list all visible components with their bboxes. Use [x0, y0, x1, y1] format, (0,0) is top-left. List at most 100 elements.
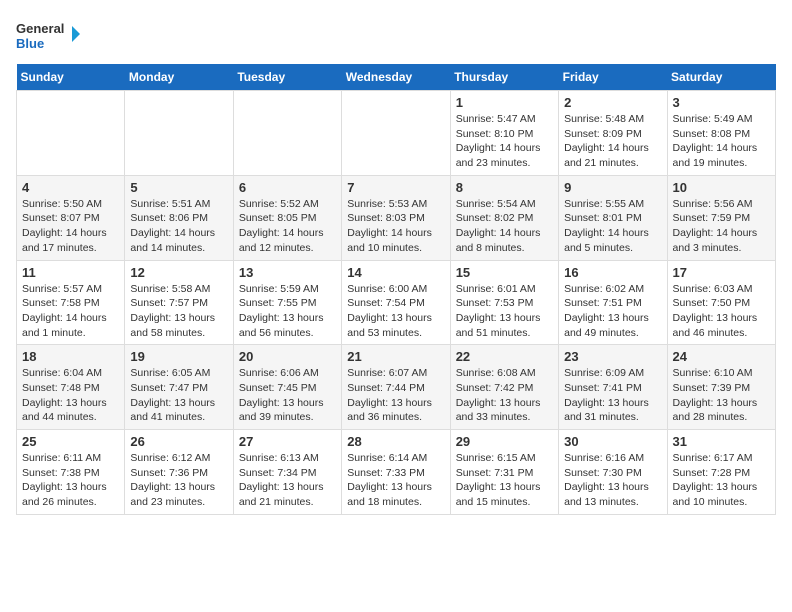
calendar-cell: 25 Sunrise: 6:11 AMSunset: 7:38 PMDayligh… — [17, 430, 125, 515]
calendar-cell: 24 Sunrise: 6:10 AMSunset: 7:39 PMDayligh… — [667, 345, 775, 430]
day-info: Sunrise: 6:11 AMSunset: 7:38 PMDaylight:… — [22, 451, 119, 510]
day-number: 2 — [564, 95, 661, 110]
calendar-cell: 19 Sunrise: 6:05 AMSunset: 7:47 PMDayligh… — [125, 345, 233, 430]
day-info: Sunrise: 6:07 AMSunset: 7:44 PMDaylight:… — [347, 366, 444, 425]
day-info: Sunrise: 5:54 AMSunset: 8:02 PMDaylight:… — [456, 197, 553, 256]
day-number: 16 — [564, 265, 661, 280]
day-number: 14 — [347, 265, 444, 280]
calendar-cell: 15Sunrise: 6:01 AMSunset: 7:53 PMDayligh… — [450, 260, 558, 345]
day-number: 19 — [130, 349, 227, 364]
calendar-cell: 28 Sunrise: 6:14 AMSunset: 7:33 PMDayligh… — [342, 430, 450, 515]
day-info: Sunrise: 5:48 AMSunset: 8:09 PMDaylight:… — [564, 112, 661, 171]
calendar-cell: 30 Sunrise: 6:16 AMSunset: 7:30 PMDayligh… — [559, 430, 667, 515]
calendar-cell — [17, 91, 125, 176]
day-info: Sunrise: 6:16 AMSunset: 7:30 PMDaylight:… — [564, 451, 661, 510]
day-header-monday: Monday — [125, 64, 233, 91]
calendar-cell: 6 Sunrise: 5:52 AMSunset: 8:05 PMDaylight… — [233, 175, 341, 260]
calendar-cell — [233, 91, 341, 176]
day-number: 28 — [347, 434, 444, 449]
day-number: 27 — [239, 434, 336, 449]
day-info: Sunrise: 5:55 AMSunset: 8:01 PMDaylight:… — [564, 197, 661, 256]
day-number: 10 — [673, 180, 770, 195]
day-info: Sunrise: 6:00 AMSunset: 7:54 PMDaylight:… — [347, 282, 444, 341]
day-number: 6 — [239, 180, 336, 195]
day-info: Sunrise: 5:58 AMSunset: 7:57 PMDaylight:… — [130, 282, 227, 341]
day-info: Sunrise: 6:17 AMSunset: 7:28 PMDaylight:… — [673, 451, 770, 510]
day-info: Sunrise: 6:10 AMSunset: 7:39 PMDaylight:… — [673, 366, 770, 425]
calendar-cell: 17 Sunrise: 6:03 AMSunset: 7:50 PMDayligh… — [667, 260, 775, 345]
day-info: Sunrise: 5:59 AMSunset: 7:55 PMDaylight:… — [239, 282, 336, 341]
header-row: SundayMondayTuesdayWednesdayThursdayFrid… — [17, 64, 776, 91]
day-info: Sunrise: 6:13 AMSunset: 7:34 PMDaylight:… — [239, 451, 336, 510]
day-number: 22 — [456, 349, 553, 364]
day-info: Sunrise: 6:12 AMSunset: 7:36 PMDaylight:… — [130, 451, 227, 510]
calendar-cell: 13 Sunrise: 5:59 AMSunset: 7:55 PMDayligh… — [233, 260, 341, 345]
logo: General Blue — [16, 16, 86, 56]
day-number: 4 — [22, 180, 119, 195]
day-info: Sunrise: 5:49 AMSunset: 8:08 PMDaylight:… — [673, 112, 770, 171]
day-info: Sunrise: 6:01 AMSunset: 7:53 PMDaylight:… — [456, 282, 553, 341]
day-number: 8 — [456, 180, 553, 195]
day-info: Sunrise: 6:05 AMSunset: 7:47 PMDaylight:… — [130, 366, 227, 425]
calendar-cell: 23 Sunrise: 6:09 AMSunset: 7:41 PMDayligh… — [559, 345, 667, 430]
calendar-cell: 9 Sunrise: 5:55 AMSunset: 8:01 PMDaylight… — [559, 175, 667, 260]
calendar-cell: 18Sunrise: 6:04 AMSunset: 7:48 PMDayligh… — [17, 345, 125, 430]
day-header-friday: Friday — [559, 64, 667, 91]
day-number: 17 — [673, 265, 770, 280]
day-info: Sunrise: 6:06 AMSunset: 7:45 PMDaylight:… — [239, 366, 336, 425]
day-number: 9 — [564, 180, 661, 195]
day-info: Sunrise: 5:51 AMSunset: 8:06 PMDaylight:… — [130, 197, 227, 256]
day-number: 7 — [347, 180, 444, 195]
day-number: 12 — [130, 265, 227, 280]
day-info: Sunrise: 5:53 AMSunset: 8:03 PMDaylight:… — [347, 197, 444, 256]
day-info: Sunrise: 6:08 AMSunset: 7:42 PMDaylight:… — [456, 366, 553, 425]
day-info: Sunrise: 5:50 AMSunset: 8:07 PMDaylight:… — [22, 197, 119, 256]
day-number: 25 — [22, 434, 119, 449]
day-header-sunday: Sunday — [17, 64, 125, 91]
calendar-cell: 8 Sunrise: 5:54 AMSunset: 8:02 PMDaylight… — [450, 175, 558, 260]
week-row-4: 18Sunrise: 6:04 AMSunset: 7:48 PMDayligh… — [17, 345, 776, 430]
day-info: Sunrise: 6:09 AMSunset: 7:41 PMDaylight:… — [564, 366, 661, 425]
calendar-cell: 1Sunrise: 5:47 AMSunset: 8:10 PMDaylight… — [450, 91, 558, 176]
day-info: Sunrise: 6:03 AMSunset: 7:50 PMDaylight:… — [673, 282, 770, 341]
week-row-2: 4 Sunrise: 5:50 AMSunset: 8:07 PMDaylight… — [17, 175, 776, 260]
calendar-cell: 26 Sunrise: 6:12 AMSunset: 7:36 PMDayligh… — [125, 430, 233, 515]
calendar-cell: 3 Sunrise: 5:49 AMSunset: 8:08 PMDaylight… — [667, 91, 775, 176]
svg-text:General: General — [16, 21, 64, 36]
svg-text:Blue: Blue — [16, 36, 44, 51]
calendar-cell: 14 Sunrise: 6:00 AMSunset: 7:54 PMDayligh… — [342, 260, 450, 345]
calendar-cell: 5Sunrise: 5:51 AMSunset: 8:06 PMDaylight… — [125, 175, 233, 260]
day-info: Sunrise: 5:57 AMSunset: 7:58 PMDaylight:… — [22, 282, 119, 341]
week-row-5: 25 Sunrise: 6:11 AMSunset: 7:38 PMDayligh… — [17, 430, 776, 515]
calendar-cell: 29Sunrise: 6:15 AMSunset: 7:31 PMDayligh… — [450, 430, 558, 515]
day-number: 31 — [673, 434, 770, 449]
calendar-cell — [342, 91, 450, 176]
day-info: Sunrise: 6:04 AMSunset: 7:48 PMDaylight:… — [22, 366, 119, 425]
logo-svg: General Blue — [16, 16, 86, 56]
day-number: 11 — [22, 265, 119, 280]
day-header-thursday: Thursday — [450, 64, 558, 91]
calendar-cell: 16Sunrise: 6:02 AMSunset: 7:51 PMDayligh… — [559, 260, 667, 345]
day-number: 3 — [673, 95, 770, 110]
day-number: 13 — [239, 265, 336, 280]
day-header-tuesday: Tuesday — [233, 64, 341, 91]
day-number: 29 — [456, 434, 553, 449]
calendar-cell: 22 Sunrise: 6:08 AMSunset: 7:42 PMDayligh… — [450, 345, 558, 430]
day-number: 24 — [673, 349, 770, 364]
calendar-cell: 20 Sunrise: 6:06 AMSunset: 7:45 PMDayligh… — [233, 345, 341, 430]
calendar-cell: 7 Sunrise: 5:53 AMSunset: 8:03 PMDaylight… — [342, 175, 450, 260]
week-row-3: 11 Sunrise: 5:57 AMSunset: 7:58 PMDayligh… — [17, 260, 776, 345]
day-info: Sunrise: 5:52 AMSunset: 8:05 PMDaylight:… — [239, 197, 336, 256]
day-info: Sunrise: 5:47 AMSunset: 8:10 PMDaylight:… — [456, 112, 553, 171]
day-number: 26 — [130, 434, 227, 449]
calendar-cell: 12 Sunrise: 5:58 AMSunset: 7:57 PMDayligh… — [125, 260, 233, 345]
calendar-cell: 27 Sunrise: 6:13 AMSunset: 7:34 PMDayligh… — [233, 430, 341, 515]
calendar-cell: 4 Sunrise: 5:50 AMSunset: 8:07 PMDaylight… — [17, 175, 125, 260]
day-info: Sunrise: 6:14 AMSunset: 7:33 PMDaylight:… — [347, 451, 444, 510]
day-number: 30 — [564, 434, 661, 449]
calendar-table: SundayMondayTuesdayWednesdayThursdayFrid… — [16, 64, 776, 515]
day-number: 20 — [239, 349, 336, 364]
calendar-cell: 2 Sunrise: 5:48 AMSunset: 8:09 PMDaylight… — [559, 91, 667, 176]
day-number: 23 — [564, 349, 661, 364]
calendar-cell: 21Sunrise: 6:07 AMSunset: 7:44 PMDayligh… — [342, 345, 450, 430]
